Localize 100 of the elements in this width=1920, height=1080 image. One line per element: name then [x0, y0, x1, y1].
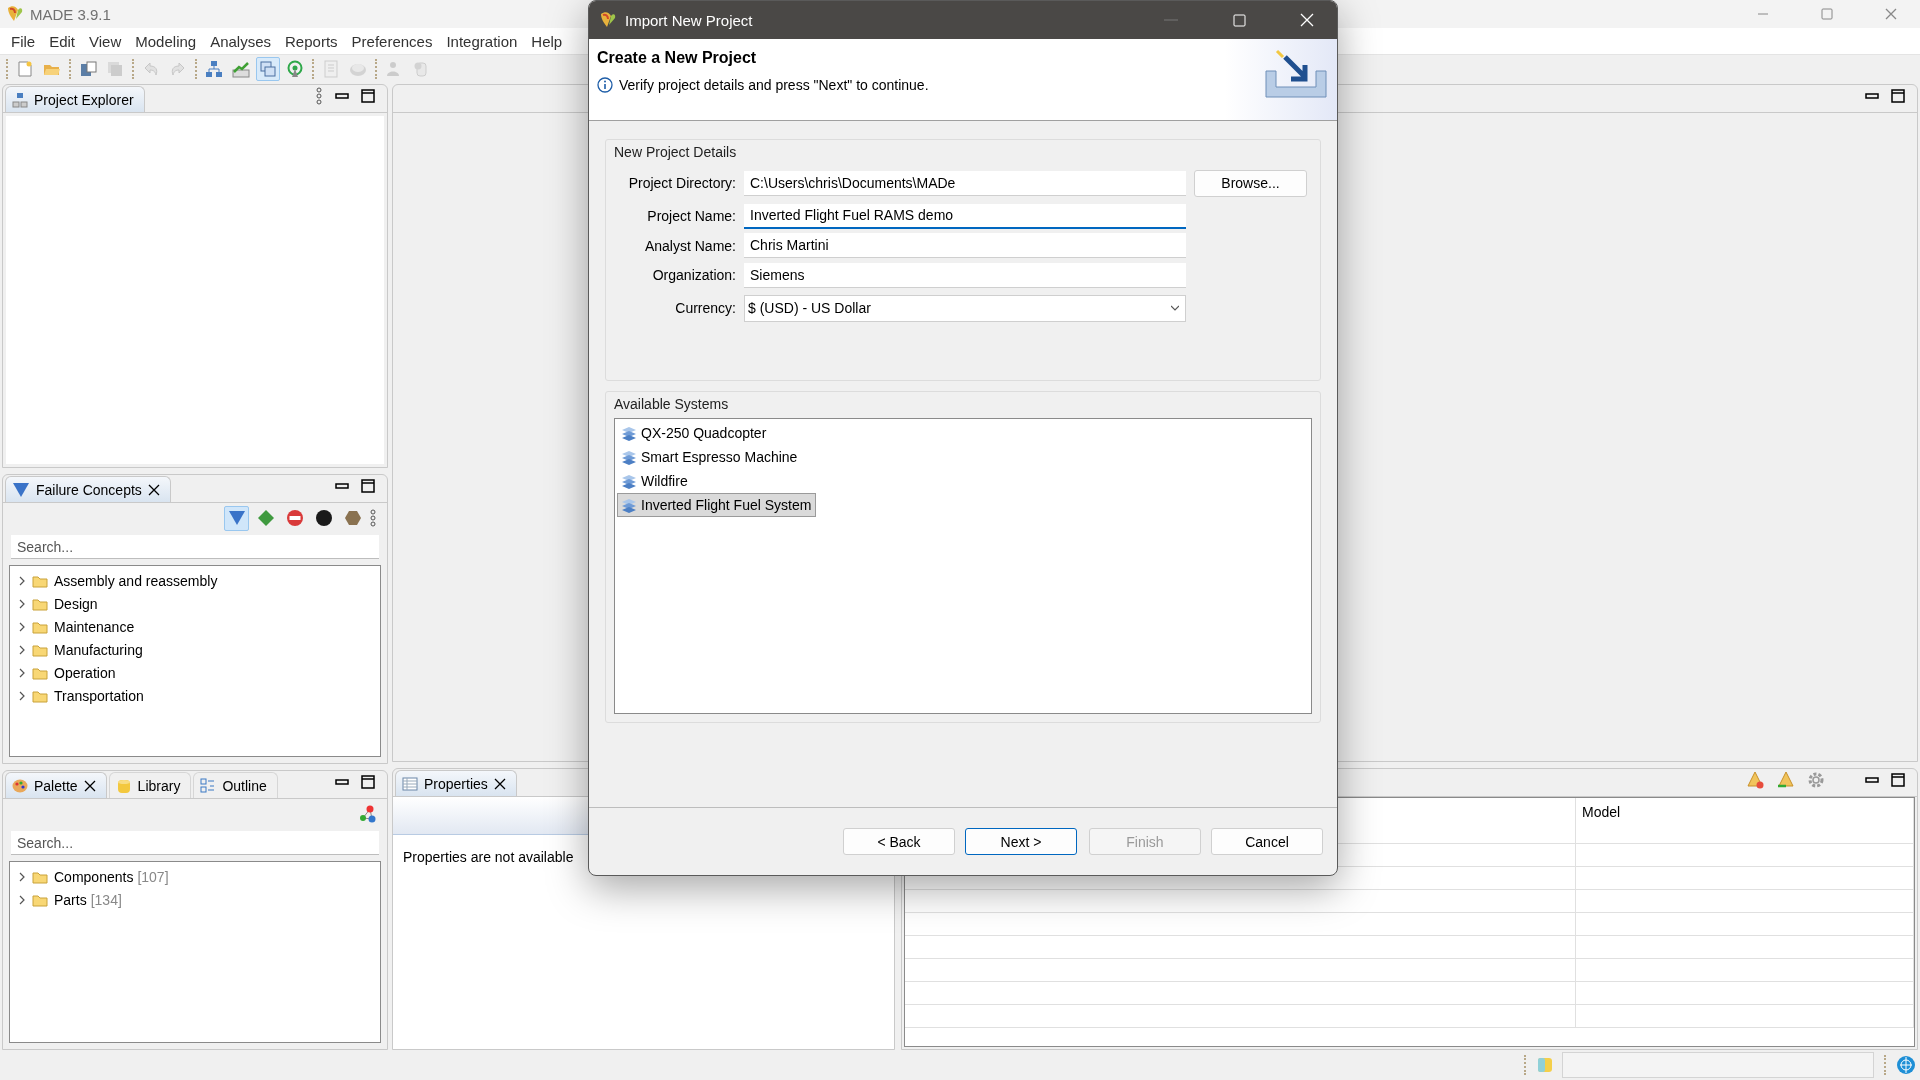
system-list-item[interactable]: Smart Espresso Machine — [617, 445, 803, 469]
chevron-right-icon[interactable] — [18, 620, 26, 633]
tree-item[interactable]: Manufacturing — [54, 641, 143, 658]
menu-item[interactable]: Edit — [42, 32, 83, 50]
database-icon — [115, 777, 132, 794]
panel-tab[interactable]: Project Explorer — [5, 86, 145, 112]
tree-item[interactable]: Components — [54, 868, 134, 885]
dialog-button[interactable]: < Back — [843, 828, 955, 855]
diamond-filter-icon — [256, 509, 275, 527]
system-icon — [621, 497, 637, 513]
text-field[interactable]: C:\Users\chris\Documents\MADe — [744, 170, 1186, 196]
folder-icon — [32, 596, 48, 611]
minimize-icon[interactable] — [335, 92, 349, 100]
maximize-icon[interactable] — [361, 479, 375, 493]
menu-item[interactable]: Preferences — [344, 32, 440, 50]
tree-item[interactable]: Maintenance — [54, 618, 135, 635]
text-field[interactable]: Inverted Flight Fuel RAMS demo — [744, 203, 1186, 229]
menu-item[interactable]: Integration — [439, 32, 525, 50]
panel-tab[interactable]: Properties — [395, 770, 517, 796]
menu-item[interactable]: Reports — [278, 32, 345, 50]
system-icon — [621, 449, 637, 465]
triangle-filter-icon — [227, 509, 246, 527]
chevron-right-icon[interactable] — [18, 689, 26, 702]
save-icon — [79, 59, 97, 78]
globe-icon — [1896, 1055, 1916, 1075]
minimize-icon[interactable] — [1865, 92, 1879, 100]
minimize-icon[interactable] — [335, 482, 349, 490]
tree-item[interactable]: Design — [54, 595, 98, 612]
minimize-icon[interactable] — [335, 778, 349, 786]
warning-arrow-icon[interactable] — [1777, 771, 1795, 789]
search-field[interactable]: Search... — [11, 831, 379, 855]
item-count: [134] — [90, 891, 122, 908]
dialog-button[interactable]: Cancel — [1211, 828, 1323, 855]
outline-icon — [200, 777, 217, 794]
browse-button[interactable]: Browse... — [1194, 169, 1307, 197]
tree-item[interactable]: Operation — [54, 664, 116, 681]
currency-dropdown[interactable]: $ (USD) - US Dollar — [744, 294, 1186, 322]
close-icon[interactable] — [493, 777, 506, 790]
panel-tab[interactable]: Failure Concepts — [5, 476, 171, 502]
tree-item[interactable]: Assembly and reassembly — [54, 572, 218, 589]
tree-item[interactable]: Parts — [54, 891, 87, 908]
menu-item[interactable]: View — [82, 32, 129, 50]
warning-error-icon[interactable] — [1747, 771, 1765, 789]
maximize-icon[interactable] — [361, 775, 375, 789]
info-icon — [597, 77, 613, 93]
chevron-right-icon[interactable] — [18, 666, 26, 679]
panel-tab[interactable]: Palette — [5, 772, 107, 798]
chevron-right-icon[interactable] — [18, 597, 26, 610]
palette-icon — [12, 777, 28, 794]
folder-icon — [32, 688, 48, 703]
dialog-title: Import New Project — [625, 11, 754, 29]
hierarchy-icon — [205, 59, 223, 78]
maximize-icon — [1821, 8, 1833, 20]
folder-icon — [32, 619, 48, 634]
system-list-item[interactable]: QX-250 Quadcopter — [617, 421, 772, 445]
no-entry-filter-icon — [285, 509, 304, 527]
text-field[interactable]: Siemens — [744, 262, 1186, 288]
cylinder-icon — [412, 59, 430, 78]
menu-item[interactable]: Analyses — [203, 32, 279, 50]
text-field[interactable]: Chris Martini — [744, 233, 1186, 258]
field-label: Analyst Name: — [643, 237, 736, 254]
folder-icon — [32, 573, 48, 588]
menu-item[interactable]: File — [4, 32, 43, 50]
panel-tab[interactable]: Library — [108, 772, 192, 798]
maximize-icon[interactable] — [361, 89, 375, 103]
settings-icon[interactable] — [1807, 771, 1825, 789]
note-icon — [1536, 1056, 1554, 1074]
close-icon[interactable] — [147, 483, 160, 496]
chevron-right-icon[interactable] — [18, 643, 26, 656]
column-header[interactable]: Model — [1576, 798, 1914, 844]
system-list-item[interactable]: Inverted Flight Fuel System — [617, 493, 817, 517]
menu-item[interactable]: Modeling — [128, 32, 204, 50]
chevron-right-icon[interactable] — [18, 893, 26, 906]
dialog-button[interactable]: Next > — [965, 828, 1077, 855]
search-field[interactable]: Search... — [11, 535, 379, 559]
panel-tab[interactable]: Outline — [193, 772, 278, 798]
maximize-icon[interactable] — [1891, 773, 1905, 787]
save-all-icon — [106, 59, 124, 78]
more-icon[interactable] — [369, 509, 377, 527]
minimize-icon[interactable] — [1865, 776, 1879, 784]
toolbar-button[interactable] — [256, 56, 280, 81]
menu-item[interactable]: Help — [524, 32, 570, 50]
chevron-right-icon[interactable] — [18, 574, 26, 587]
app-logo-icon — [599, 11, 617, 29]
more-icon[interactable] — [315, 87, 323, 105]
maximize-icon — [1232, 13, 1246, 27]
maximize-icon[interactable] — [1891, 89, 1905, 103]
folder-icon — [32, 665, 48, 680]
system-list-item[interactable]: Wildfire — [617, 469, 693, 493]
item-count: [107] — [137, 868, 169, 885]
hexagon-filter-icon — [343, 509, 362, 527]
notebook-icon — [322, 59, 340, 78]
molecule-network-icon[interactable] — [357, 804, 377, 824]
dialog-message: Verify project details and press "Next" to continue. — [619, 77, 929, 93]
chevron-right-icon[interactable] — [18, 870, 26, 883]
group-title: Available Systems — [614, 396, 730, 412]
hierarchy-icon — [12, 91, 28, 108]
tree-item[interactable]: Transportation — [54, 687, 144, 704]
close-icon[interactable] — [83, 779, 96, 792]
folder-icon — [32, 642, 48, 657]
